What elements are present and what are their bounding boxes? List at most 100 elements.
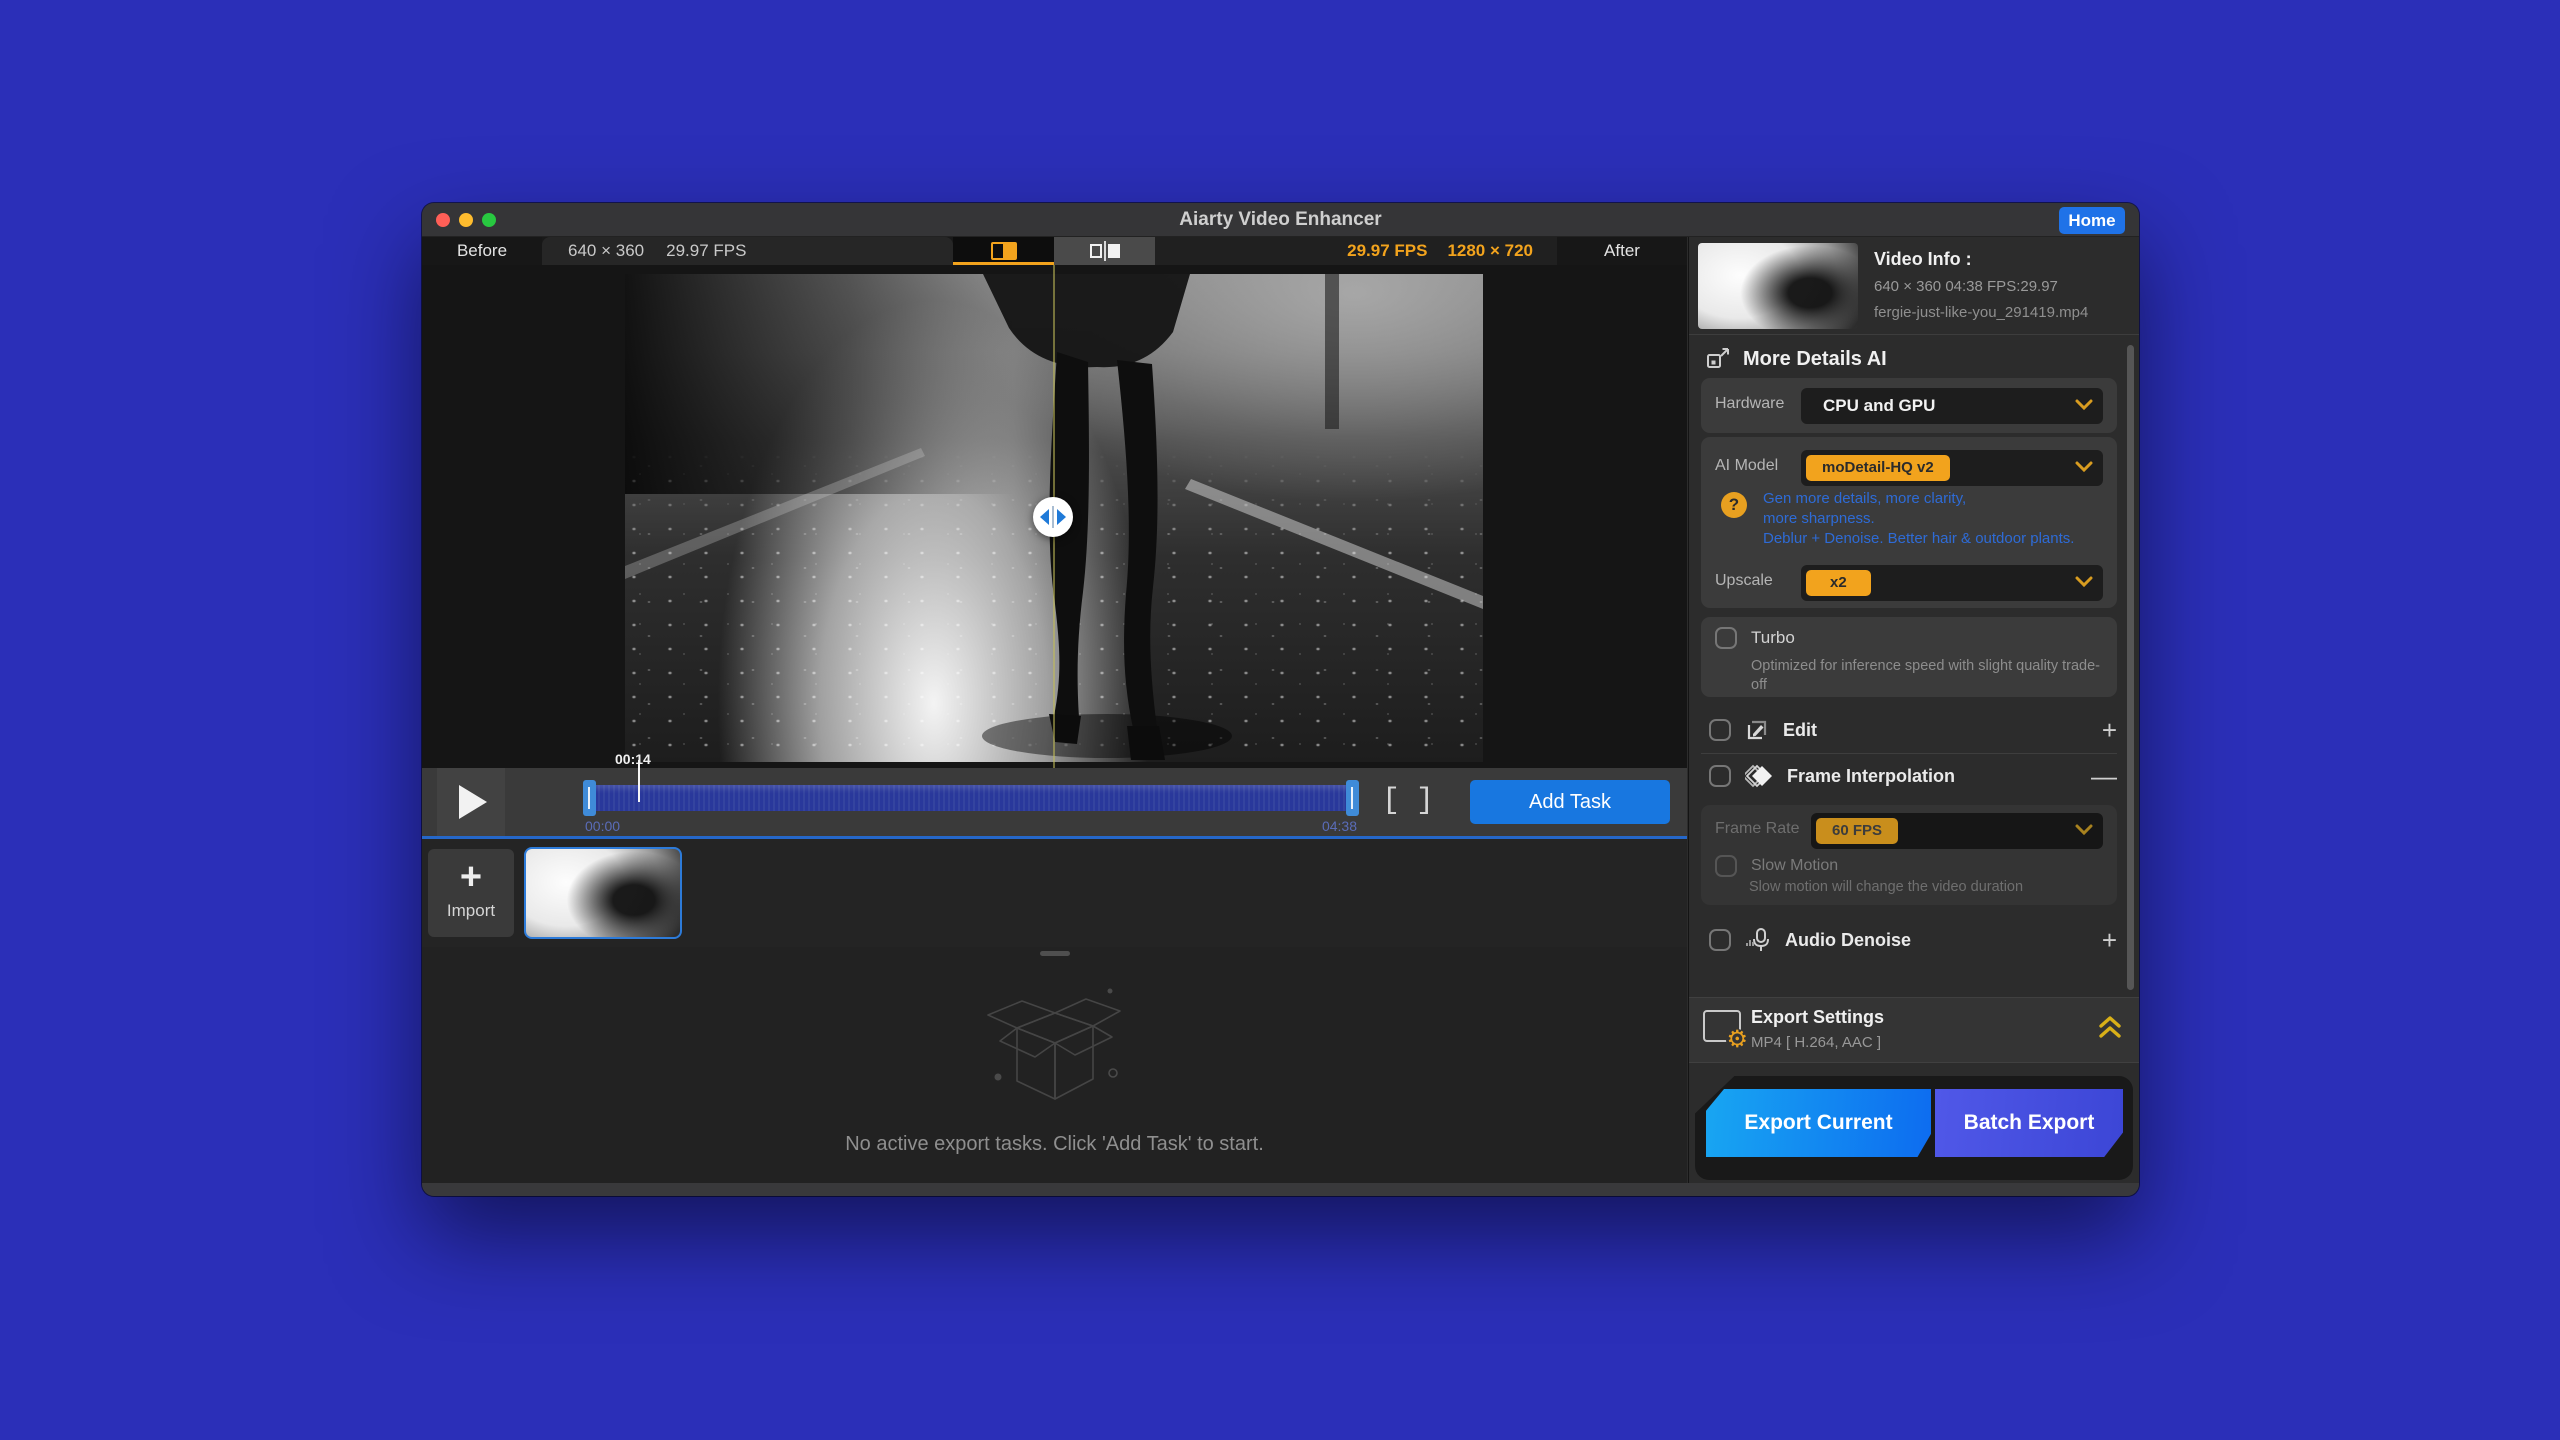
time-end: 04:38 — [1322, 818, 1357, 834]
trim-start-handle[interactable] — [583, 780, 596, 816]
export-settings-value: MP4 [ H.264, AAC ] — [1751, 1034, 1881, 1051]
frame-interpolation-label: Frame Interpolation — [1787, 766, 1955, 787]
settings-panel: Video Info : 640 × 360 04:38 FPS:29.97 f… — [1688, 237, 2139, 1183]
panel-scrollbar[interactable] — [2127, 345, 2134, 990]
turbo-label: Turbo — [1751, 628, 1795, 648]
compare-toolbar: Before 640 × 36029.97 FPS 29.97 FPS1280 … — [422, 237, 1687, 265]
collapse-up-chevrons-icon[interactable] — [2097, 1014, 2123, 1040]
edit-row: Edit + — [1709, 715, 2117, 745]
frame-interpolation-icon — [1745, 764, 1773, 788]
model-description-line2: more sharpness. — [1763, 509, 2074, 529]
playhead[interactable] — [638, 760, 640, 802]
ai-model-label: AI Model — [1715, 457, 1778, 475]
mark-in-bracket-icon[interactable]: [ — [1382, 784, 1416, 818]
export-tasks-area: No active export tasks. Click 'Add Task'… — [422, 947, 1687, 1183]
source-fps: 29.97 FPS — [666, 241, 746, 260]
batch-export-button[interactable]: Batch Export — [1935, 1089, 2123, 1157]
audio-denoise-label: Audio Denoise — [1785, 930, 1911, 951]
upscale-value-badge: x2 — [1806, 570, 1871, 596]
window-bottom-strip — [422, 1183, 2139, 1196]
add-task-button[interactable]: Add Task — [1470, 780, 1670, 824]
edit-label: Edit — [1783, 720, 1817, 741]
handle-divider — [1052, 506, 1054, 528]
handle-right-arrow-icon — [1057, 509, 1066, 525]
upscale-label: Upscale — [1715, 572, 1773, 590]
after-label: After — [1557, 237, 1687, 265]
hardware-dropdown[interactable]: CPU and GPU — [1801, 388, 2103, 424]
output-resolution: 1280 × 720 — [1447, 241, 1533, 260]
import-button[interactable]: + Import — [428, 849, 514, 937]
slow-motion-checkbox[interactable] — [1715, 855, 1737, 877]
hardware-label: Hardware — [1715, 395, 1784, 413]
edit-checkbox[interactable] — [1709, 719, 1731, 741]
frame-interpolation-collapse-minus-icon[interactable]: — — [2091, 761, 2117, 792]
resize-handle[interactable] — [1040, 951, 1070, 956]
export-settings-section[interactable]: ⚙ Export Settings MP4 [ H.264, AAC ] — [1689, 997, 2139, 1063]
frame-interpolation-row: Frame Interpolation — — [1709, 761, 2117, 791]
output-fps: 29.97 FPS — [1347, 241, 1427, 260]
compare-drag-handle[interactable] — [1033, 497, 1073, 537]
ai-model-card: AI Model moDetail-HQ v2 ? Gen more detai… — [1701, 437, 2117, 608]
video-info-card: Video Info : 640 × 360 04:38 FPS:29.97 f… — [1689, 237, 2139, 335]
gear-icon: ⚙ — [1726, 1029, 1748, 1051]
help-icon[interactable]: ? — [1721, 492, 1747, 518]
ai-model-dropdown[interactable]: moDetail-HQ v2 — [1801, 450, 2103, 486]
frame-rate-value-badge: 60 FPS — [1816, 818, 1898, 844]
video-info-filename: fergie-just-like-you_291419.mp4 — [1874, 304, 2088, 321]
edit-expand-plus-icon[interactable]: + — [2102, 715, 2117, 746]
video-info-thumbnail — [1698, 243, 1858, 329]
side-by-side-toggle[interactable] — [1054, 237, 1155, 265]
title-bar: Aiarty Video Enhancer Home — [422, 203, 2139, 237]
main-content: Before 640 × 36029.97 FPS 29.97 FPS1280 … — [422, 237, 1687, 1183]
frame-rate-label: Frame Rate — [1715, 820, 1799, 838]
video-info-meta: 640 × 360 04:38 FPS:29.97 — [1874, 278, 2058, 295]
upscale-dropdown[interactable]: x2 — [1801, 565, 2103, 601]
import-label: Import — [428, 901, 514, 921]
export-buttons-container: Export Current Batch Export — [1695, 1076, 2133, 1180]
frame-rate-dropdown[interactable]: 60 FPS — [1811, 813, 2103, 849]
home-button[interactable]: Home — [2059, 207, 2125, 234]
more-details-ai-icon — [1707, 348, 1731, 370]
chevron-down-icon — [2075, 399, 2093, 411]
video-info-title: Video Info : — [1874, 249, 1972, 270]
turbo-description: Optimized for inference speed with sligh… — [1751, 657, 2103, 695]
trim-end-handle[interactable] — [1346, 780, 1359, 816]
mark-in-out-buttons[interactable]: [] — [1382, 768, 1450, 836]
time-start: 00:00 — [585, 818, 620, 834]
source-resolution: 640 × 360 — [568, 241, 644, 260]
audio-denoise-checkbox[interactable] — [1709, 929, 1731, 951]
media-strip: + Import — [422, 839, 1687, 947]
turbo-checkbox[interactable] — [1715, 627, 1737, 649]
audio-denoise-row: Audio Denoise + — [1709, 925, 2117, 955]
split-view-icon — [991, 242, 1017, 260]
split-view-toggle[interactable] — [953, 237, 1054, 265]
chevron-down-icon — [2075, 576, 2093, 588]
model-description: Gen more details, more clarity, more sha… — [1763, 489, 2074, 549]
export-settings-icon: ⚙ — [1703, 1010, 1741, 1042]
turbo-card: Turbo Optimized for inference speed with… — [1701, 617, 2117, 697]
clip-thumbnail-selected[interactable] — [524, 847, 682, 939]
export-settings-title: Export Settings — [1751, 1007, 1884, 1028]
frame-interpolation-checkbox[interactable] — [1709, 765, 1731, 787]
audio-denoise-mic-icon — [1745, 927, 1771, 953]
model-description-line3: Deblur + Denoise. Better hair & outdoor … — [1763, 529, 2074, 549]
output-info: 29.97 FPS 1280 × 720 — [1155, 237, 1557, 265]
separator — [1701, 753, 2117, 754]
app-window: Aiarty Video Enhancer Home Before 640 × … — [422, 203, 2139, 1196]
timeline[interactable]: 00:14 00:00 04:38 — [585, 768, 1357, 836]
empty-box-illustration — [960, 973, 1150, 1123]
audio-denoise-expand-plus-icon[interactable]: + — [2102, 925, 2117, 956]
ai-model-value-badge: moDetail-HQ v2 — [1806, 455, 1950, 481]
playback-bar: 00:14 00:00 04:38 [] Add Task — [422, 768, 1687, 836]
source-info: 640 × 360 29.97 FPS — [542, 237, 953, 265]
export-buttons-area: Export Current Batch Export — [1689, 1064, 2139, 1183]
plus-icon: + — [428, 857, 514, 897]
hardware-value: CPU and GPU — [1823, 388, 1935, 424]
mark-out-bracket-icon[interactable]: ] — [1416, 784, 1450, 818]
model-description-line1: Gen more details, more clarity, — [1763, 489, 2074, 509]
play-button[interactable] — [437, 768, 505, 836]
more-details-ai-header: More Details AI — [1707, 345, 1887, 373]
edit-icon — [1745, 718, 1769, 742]
timeline-track[interactable] — [585, 785, 1357, 811]
export-current-button[interactable]: Export Current — [1706, 1089, 1931, 1157]
